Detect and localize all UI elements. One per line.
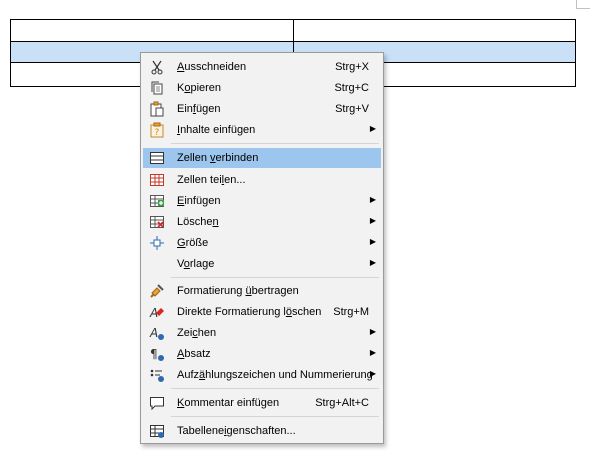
- submenu-arrow-icon: ▶: [369, 237, 376, 246]
- menu-item-label: Zellen teilen...: [177, 174, 246, 186]
- menu-item-bullets-numbering[interactable]: Aufzählungszeichen und Nummerierung ▶: [143, 365, 381, 385]
- paintbrush-icon: [149, 283, 165, 299]
- shortcut-text: Strg+X: [335, 61, 369, 73]
- bullets-icon: [149, 367, 165, 383]
- svg-text:A: A: [149, 326, 158, 340]
- menu-item-clone-formatting[interactable]: Formatierung übertragen: [143, 281, 381, 301]
- submenu-arrow-icon: ▶: [369, 369, 376, 378]
- menu-separator: [171, 143, 379, 144]
- menu-item-label: Kommentar einfügen: [177, 397, 280, 409]
- shortcut-text: Strg+Alt+C: [315, 397, 369, 409]
- shortcut-text: Strg+C: [334, 82, 369, 94]
- insert-table-icon: [149, 193, 165, 209]
- menu-item-table-properties[interactable]: Tabelleneigenschaften...: [143, 421, 381, 441]
- page-margin-line: [576, 8, 590, 9]
- menu-item-label: Löschen: [177, 216, 219, 228]
- menu-item-label: Einfügen: [177, 103, 221, 115]
- svg-text:?: ?: [155, 128, 160, 138]
- menu-item-clear-formatting[interactable]: A Direkte Formatierung löschen Strg+M: [143, 302, 381, 322]
- page-margin-mark: [576, 0, 577, 8]
- menu-item-merge-cells[interactable]: Zellen verbinden: [143, 148, 381, 168]
- submenu-arrow-icon: ▶: [369, 258, 376, 267]
- menu-item-cut[interactable]: Ausschneiden Strg+X: [143, 57, 381, 77]
- comment-icon: [149, 395, 165, 411]
- menu-item-delete[interactable]: Löschen ▶: [143, 212, 381, 232]
- menu-item-style[interactable]: Vorlage ▶: [143, 254, 381, 274]
- delete-table-icon: [149, 214, 165, 230]
- menu-item-paragraph[interactable]: ¶ Absatz ▶: [143, 344, 381, 364]
- paste-special-icon: ?: [149, 122, 165, 138]
- menu-item-label: Direkte Formatierung löschen: [177, 306, 322, 318]
- menu-item-label: Tabelleneigenschaften...: [177, 425, 296, 437]
- svg-text:¶: ¶: [150, 347, 158, 361]
- scissors-icon: [149, 59, 165, 75]
- menu-item-size[interactable]: Größe ▶: [143, 233, 381, 253]
- table-properties-icon: [149, 423, 165, 439]
- submenu-arrow-icon: ▶: [369, 124, 376, 133]
- shortcut-text: Strg+M: [333, 306, 369, 318]
- menu-item-character[interactable]: A Zeichen ▶: [143, 323, 381, 343]
- submenu-arrow-icon: ▶: [369, 327, 376, 336]
- split-cells-icon: [149, 172, 165, 188]
- menu-item-label: Aufzählungszeichen und Nummerierung: [177, 369, 373, 381]
- submenu-arrow-icon: ▶: [369, 348, 376, 357]
- menu-item-copy[interactable]: Kopieren Strg+C: [143, 78, 381, 98]
- menu-separator: [171, 416, 379, 417]
- menu-item-label: Ausschneiden: [177, 61, 247, 73]
- menu-separator: [171, 388, 379, 389]
- copy-icon: [149, 80, 165, 96]
- merge-cells-icon: [149, 150, 165, 166]
- shortcut-text: Strg+V: [335, 103, 369, 115]
- menu-item-label: Formatierung übertragen: [177, 285, 299, 297]
- menu-item-label: Größe: [177, 237, 209, 249]
- context-menu: Ausschneiden Strg+X Kopieren Strg+C Einf…: [140, 52, 384, 444]
- menu-item-label: Vorlage: [177, 258, 215, 270]
- menu-item-insert[interactable]: Einfügen ▶: [143, 191, 381, 211]
- paragraph-icon: ¶: [149, 346, 165, 362]
- submenu-arrow-icon: ▶: [369, 216, 376, 225]
- menu-separator: [171, 277, 379, 278]
- submenu-arrow-icon: ▶: [369, 195, 376, 204]
- clear-format-icon: A: [149, 304, 165, 320]
- menu-item-split-cells[interactable]: Zellen teilen...: [143, 170, 381, 190]
- menu-item-label: Inhalte einfügen: [177, 124, 256, 136]
- menu-item-label: Absatz: [177, 348, 211, 360]
- menu-item-label: Zellen verbinden: [177, 152, 259, 164]
- menu-item-paste-special[interactable]: ? Inhalte einfügen ▶: [143, 120, 381, 140]
- menu-item-label: Einfügen: [177, 195, 221, 207]
- character-icon: A: [149, 325, 165, 341]
- size-icon: [149, 235, 165, 251]
- menu-item-paste[interactable]: Einfügen Strg+V: [143, 99, 381, 119]
- paste-icon: [149, 101, 165, 117]
- menu-item-label: Zeichen: [177, 327, 217, 339]
- menu-item-insert-comment[interactable]: Kommentar einfügen Strg+Alt+C: [143, 393, 381, 413]
- menu-item-label: Kopieren: [177, 82, 222, 94]
